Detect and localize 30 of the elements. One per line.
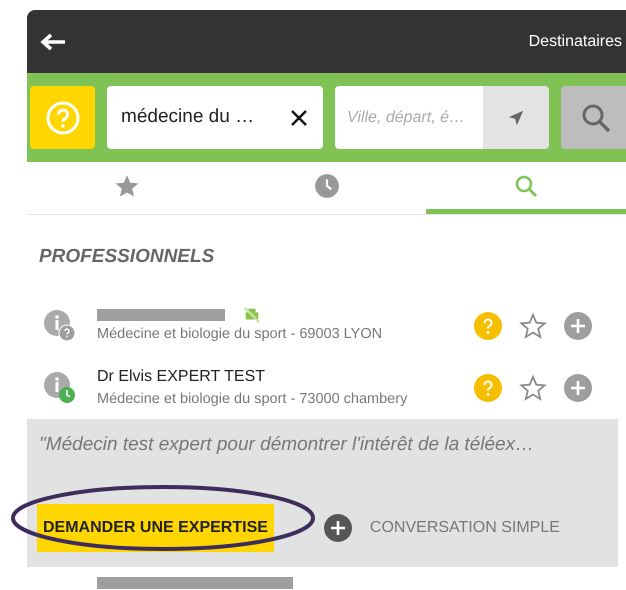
star-icon[interactable] (519, 374, 547, 402)
professional-name: Dr Elvis EXPERT TEST (97, 367, 266, 388)
section-heading: PROFESSIONNELS (38, 245, 216, 269)
search-button[interactable] (561, 86, 626, 149)
clock-icon (314, 172, 340, 198)
add-icon[interactable] (564, 312, 592, 340)
star-icon (114, 172, 140, 198)
professional-specialty: Médecine et biologie du sport - 69003 LYON (97, 325, 384, 344)
plus-icon (324, 514, 352, 542)
add-icon[interactable] (564, 374, 592, 402)
help-icon (44, 100, 80, 136)
star-icon[interactable] (519, 312, 547, 340)
location-field[interactable]: Ville, départ, é… (335, 86, 483, 149)
request-expertise-button[interactable]: DEMANDER UNE EXPERTISE (37, 504, 274, 552)
help-icon[interactable] (474, 312, 502, 340)
close-icon[interactable] (289, 108, 309, 128)
back-arrow-icon[interactable] (39, 32, 67, 52)
navigation-arrow-icon (507, 108, 525, 126)
professional-row[interactable]: Dr Elvis EXPERT TEST Médecine et biologie du sport - 73000 chambery (27, 357, 626, 419)
help-button[interactable] (30, 86, 95, 149)
search-icon (514, 174, 538, 198)
info-avatar-icon[interactable] (43, 371, 77, 405)
professional-specialty: Médecine et biologie du sport - 73000 chambery (97, 390, 408, 410)
help-icon[interactable] (474, 374, 502, 402)
header-title: Destinataires (528, 32, 622, 52)
info-avatar-icon[interactable] (43, 309, 77, 343)
search-field[interactable]: médecine du … (107, 86, 323, 149)
professional-row[interactable]: Médecine et biologie du sport - 69003 LYON (27, 295, 626, 357)
expert-description: "Médecin test expert pour démontrer l'intérêt de la téléex… (38, 433, 536, 457)
search-icon (581, 102, 611, 132)
